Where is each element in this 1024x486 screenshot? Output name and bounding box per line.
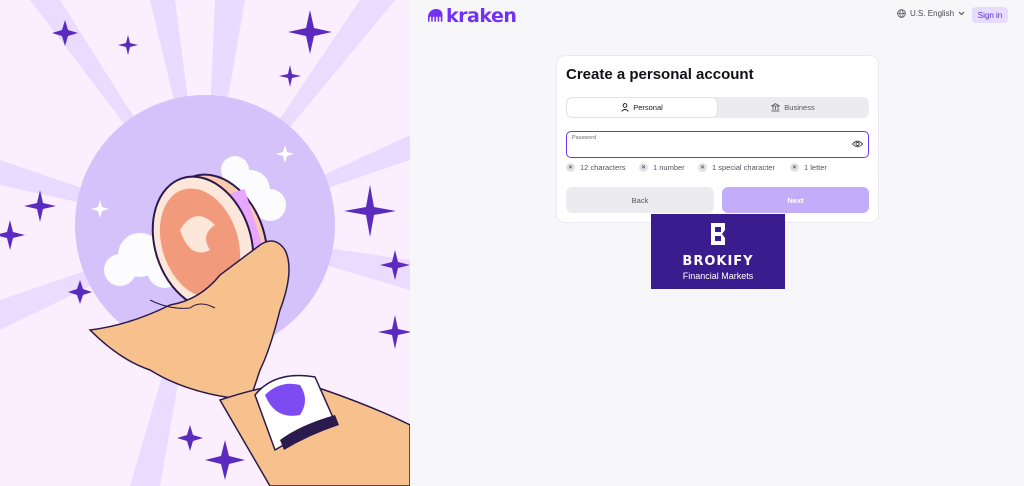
requirement-item: ✕ 1 letter — [790, 163, 827, 172]
person-icon — [621, 103, 629, 112]
requirement-label: 1 number — [653, 163, 685, 172]
sign-in-button[interactable]: Sign in — [972, 7, 1008, 23]
next-button[interactable]: Next — [722, 187, 869, 213]
requirement-item: ✕ 1 special character — [698, 163, 775, 172]
tab-business-label: Business — [784, 103, 815, 112]
requirement-item: ✕ 1 number — [639, 163, 685, 172]
requirement-label: 1 special character — [712, 163, 775, 172]
requirement-item: ✕ 12 characters — [566, 163, 625, 172]
page-title: Create a personal account — [566, 66, 754, 83]
tab-business[interactable]: Business — [718, 98, 868, 117]
close-icon: ✕ — [790, 163, 799, 172]
kraken-logo[interactable]: kraken — [428, 5, 517, 27]
badge-subtitle: Financial Markets — [682, 271, 754, 281]
close-icon: ✕ — [639, 163, 648, 172]
brokify-badge: BROKIFY Financial Markets — [651, 214, 785, 289]
hero-illustration — [0, 0, 410, 486]
language-label: U.S. English — [910, 9, 955, 18]
eye-icon[interactable] — [852, 140, 863, 148]
account-type-toggle: Personal Business — [566, 97, 869, 118]
badge-name: BROKIFY — [682, 254, 754, 269]
requirement-label: 1 letter — [804, 163, 827, 172]
password-field[interactable]: Password — [566, 131, 869, 158]
close-icon: ✕ — [566, 163, 575, 172]
password-label: Password — [572, 135, 597, 141]
hand-holding-coin-illustration — [0, 0, 410, 486]
bank-icon — [771, 103, 781, 112]
tab-personal-label: Personal — [633, 103, 663, 112]
password-requirements: ✕ 12 characters ✕ 1 number ✕ 1 special c… — [566, 163, 869, 174]
kraken-logo-icon — [428, 9, 443, 22]
top-bar: kraken U.S. English Sign in — [410, 0, 1024, 32]
language-selector[interactable]: U.S. English — [897, 9, 965, 18]
chevron-down-icon — [958, 11, 965, 16]
requirement-label: 12 characters — [580, 163, 626, 172]
globe-icon — [897, 9, 906, 18]
logo-text: kraken — [446, 5, 517, 27]
tab-personal[interactable]: Personal — [567, 98, 717, 117]
signup-card: Create a personal account Personal Busin… — [557, 56, 878, 222]
signup-panel: kraken U.S. English Sign in Create a per… — [410, 0, 1024, 486]
back-button[interactable]: Back — [566, 187, 714, 213]
close-icon: ✕ — [698, 163, 707, 172]
brokify-logo-icon — [711, 223, 725, 245]
